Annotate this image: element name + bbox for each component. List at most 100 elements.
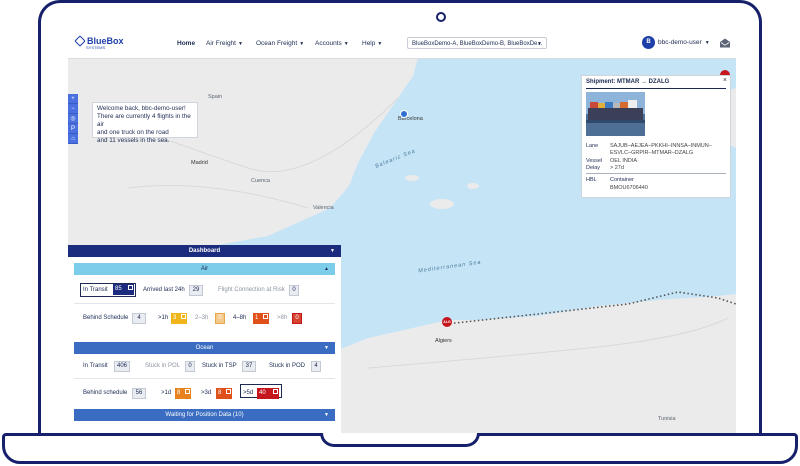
vessel-label: Vessel: [586, 158, 603, 164]
chevron-up-icon: ▲: [324, 266, 329, 272]
ocean-gt5d-label: >5d: [243, 390, 254, 396]
dashboard-header[interactable]: Dashboard ▼: [68, 245, 341, 257]
air-gt1h-label: >1h: [158, 315, 169, 321]
external-link-icon: [226, 389, 231, 394]
map-label-cuenca: Cuenca: [251, 178, 270, 184]
air-4-8h-label: 4–8h: [233, 315, 247, 321]
welcome-line: and one truck on the road: [97, 129, 169, 136]
hbl-type: Container: [610, 177, 634, 183]
home-button[interactable]: ⌂: [68, 134, 78, 144]
ocean-stuck-pol-value: 0: [185, 361, 195, 372]
zoom-out-button[interactable]: −: [68, 104, 78, 114]
air-arrived-value: 29: [189, 285, 203, 296]
chevron-down-icon: ▼: [324, 345, 329, 351]
nav-air-freight[interactable]: Air Freight ▼: [206, 40, 243, 47]
barcelona-marker[interactable]: [400, 110, 408, 118]
external-link-icon: [128, 285, 133, 290]
map-label-tunisia: Tunisia: [658, 416, 676, 422]
air-in-transit-badge[interactable]: 85: [113, 284, 134, 295]
ocean-section-header[interactable]: Ocean ▼: [74, 342, 335, 354]
air-arrived-label: Arrived last 24h: [143, 287, 185, 293]
chevron-down-icon: ▼: [330, 248, 335, 254]
chevron-down-icon: ▼: [343, 41, 349, 47]
logo-mark-icon: [74, 35, 86, 47]
ocean-gt5d-badge[interactable]: 40: [257, 388, 279, 399]
port-layer-button[interactable]: P: [68, 124, 78, 134]
nav-accounts[interactable]: Accounts ▼: [315, 40, 349, 47]
map-label-valencia: Valencia: [313, 205, 334, 211]
ocean-stuck-tsp-value: 37: [242, 361, 256, 372]
air-2-3h-value: 0: [215, 313, 225, 324]
waiting-section-header[interactable]: Waiting for Position Data (10) ▼: [74, 409, 335, 421]
vessel-photo: [586, 92, 645, 136]
zoom-in-button[interactable]: +: [68, 94, 78, 104]
ocean-in-transit-label: In Transit: [83, 363, 108, 369]
hbl-value[interactable]: BMOU6706440: [610, 185, 726, 192]
vessel-value: OEL INDIA: [610, 158, 637, 164]
user-menu[interactable]: bbc-demo-user ▼: [658, 39, 710, 46]
air-gt8h-label: >8h: [277, 315, 288, 321]
ocean-stuck-pod-value: 4: [311, 361, 321, 372]
shipment-popup: Shipment: MTMAR → DZALG × Lane SAJUB–AEJ…: [581, 75, 731, 198]
delay-label: Delay: [586, 165, 601, 171]
divider: [586, 173, 726, 174]
close-icon[interactable]: ×: [723, 77, 727, 84]
locate-button[interactable]: ◎: [68, 114, 78, 124]
map-label-algiers: Algiers: [435, 338, 452, 344]
air-risk-value: 0: [289, 285, 299, 296]
divider: [74, 303, 335, 304]
lane-value: SAJUB–AEJEA–PKKHI–INNSA–INMUN–ESVLC–GRPI…: [610, 143, 712, 156]
external-link-icon: [273, 389, 278, 394]
external-link-icon: [263, 314, 268, 319]
chevron-down-icon: ▼: [299, 41, 305, 47]
welcome-line: There are currently 4 flights in the air: [97, 113, 191, 128]
nav-ocean-freight[interactable]: Ocean Freight ▼: [256, 40, 304, 47]
air-section-header[interactable]: Air ▲: [74, 263, 335, 275]
camera-icon: [436, 12, 446, 22]
air-behind-value: 4: [132, 313, 146, 324]
ocean-gt3d-badge[interactable]: 8: [216, 388, 232, 399]
shipment-marker[interactable]: ALG: [442, 317, 452, 327]
nav-help[interactable]: Help ▼: [362, 40, 382, 47]
ocean-in-transit-value: 406: [114, 361, 131, 372]
map-label-madrid: Madrid: [191, 160, 208, 166]
laptop-notch: [320, 433, 480, 447]
dataset-select[interactable]: BlueBoxDemo-A, BlueBoxDemo-B, BlueBoxDe.…: [407, 37, 547, 49]
nav-home[interactable]: Home: [177, 40, 195, 47]
chevron-down-icon: ▼: [237, 41, 243, 47]
external-link-icon: [181, 314, 186, 319]
ocean-gt3d-label: >3d: [201, 390, 212, 396]
zoom-controls: + − ◎ P ⌂: [68, 94, 78, 144]
dashboard-panel: Dashboard ▼ Air ▲ In Transit 85 Arrived la…: [68, 245, 341, 433]
top-navbar: BlueBox SYSTEMS Home Air Freight ▼ Ocean …: [68, 30, 736, 59]
air-4-8h-badge[interactable]: 1: [253, 313, 269, 324]
air-gt1h-badge[interactable]: 3: [171, 313, 187, 324]
ocean-gt1d-label: >1d: [161, 390, 172, 396]
ocean-stuck-tsp-label: Stuck in TSP: [202, 363, 237, 369]
ocean-stuck-pol-label: Stuck in POL: [145, 363, 181, 369]
lane-label: Lane: [586, 143, 599, 149]
welcome-line: Welcome back, bbc-demo-user!: [97, 105, 186, 112]
welcome-line: and 11 vessels in the sea.: [97, 137, 170, 144]
divider: [586, 88, 726, 89]
divider: [74, 378, 335, 379]
avatar[interactable]: B: [642, 36, 655, 49]
ocean-stuck-pod-label: Stuck in POD: [269, 363, 306, 369]
bluebox-logo[interactable]: BlueBox SYSTEMS: [74, 35, 124, 50]
air-behind-label: Behind Schedule: [83, 315, 129, 321]
air-risk-label: Flight Connection at Risk: [218, 287, 285, 293]
ocean-gt1d-badge[interactable]: 8: [175, 388, 191, 399]
chevron-down-icon: ▼: [537, 41, 542, 47]
ocean-behind-value: 56: [132, 388, 146, 399]
shipment-title: Shipment: MTMAR → DZALG: [586, 79, 670, 85]
inbox-icon[interactable]: [719, 38, 731, 48]
ocean-behind-label: Behind schedule: [83, 390, 128, 396]
air-2-3h-label: 2–3h: [195, 315, 209, 321]
delay-value: > 27d: [610, 165, 624, 171]
external-link-icon: [185, 389, 190, 394]
hbl-label: HBL: [586, 177, 597, 183]
chevron-down-icon: ▼: [324, 412, 329, 418]
welcome-message: Welcome back, bbc-demo-user! There are c…: [92, 102, 198, 144]
air-in-transit-label: In Transit: [83, 287, 108, 293]
chevron-down-icon: ▼: [704, 40, 710, 46]
